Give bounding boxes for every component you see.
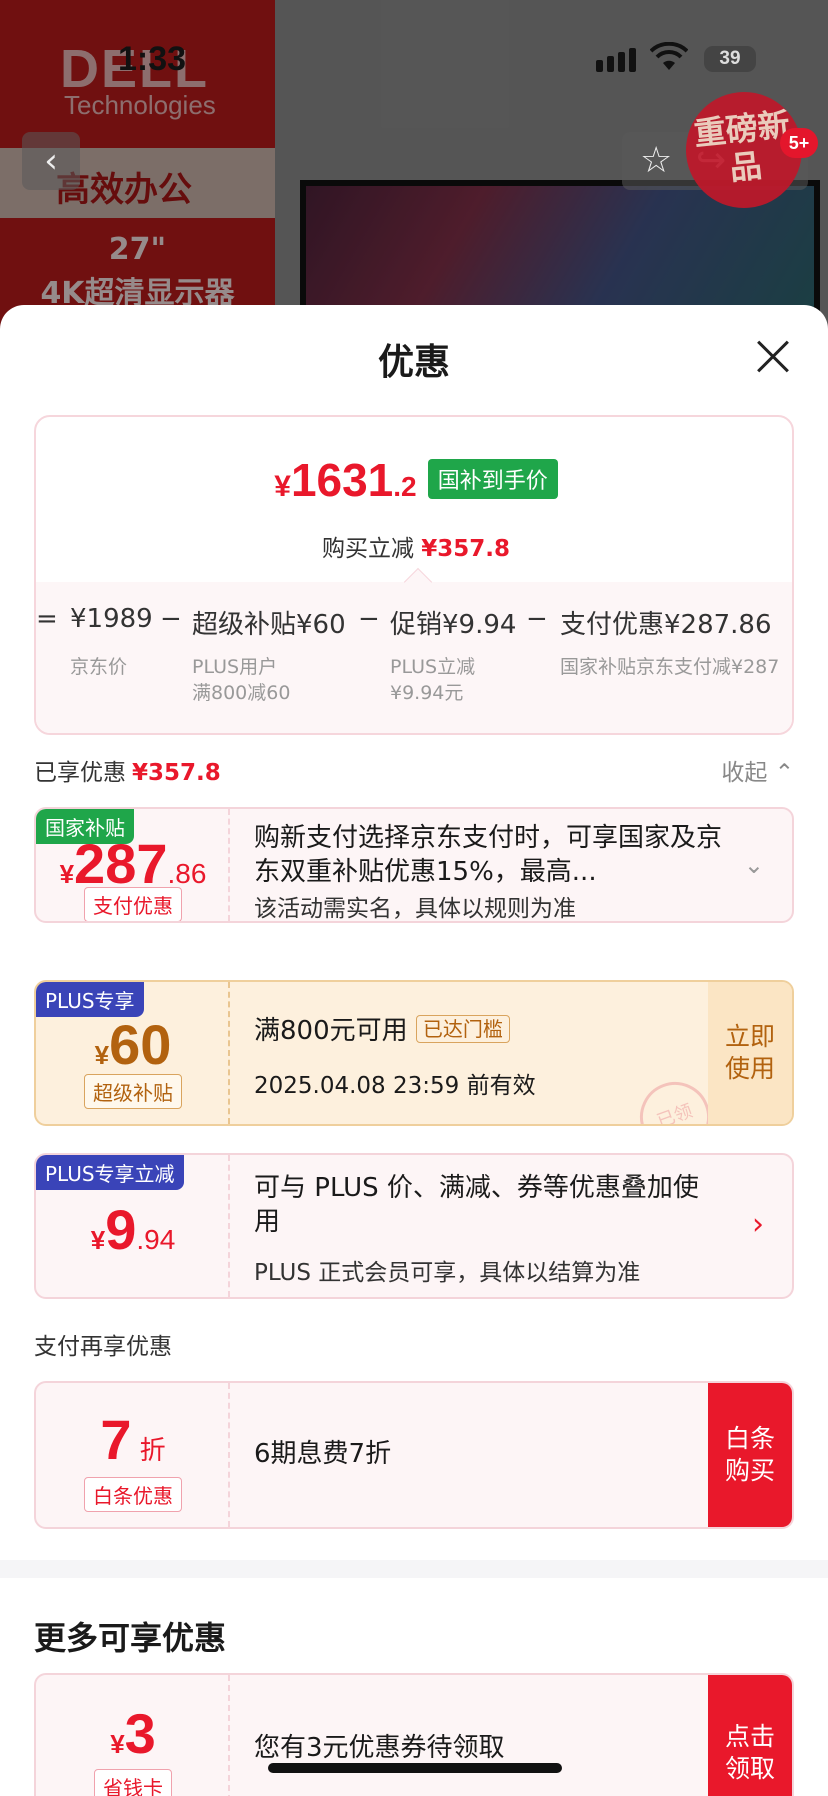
offer-text: 6期息费7折 (254, 1439, 392, 1469)
offer-amount: 7折 (36, 1407, 230, 1472)
offer-yen: ¥ (90, 1225, 106, 1255)
notification-badge: 5+ (780, 128, 818, 158)
offer-chip: 白条优惠 (36, 1477, 230, 1512)
status-time: 1:33 (118, 40, 187, 78)
final-price-int: 1631 (290, 454, 394, 506)
offer-note: 该活动需实名，具体以规则为准 (254, 896, 576, 922)
offer-chip: 超级补贴 (36, 1074, 230, 1109)
final-price-dec: .2 (393, 471, 417, 502)
reduce-line: 购买立减 ¥357.8 (36, 529, 792, 563)
offer-amount-panel: 国家补贴 ¥287.86 支付优惠 (36, 809, 230, 921)
offer-card-plus-coupon[interactable]: PLUS专享 ¥60 超级补贴 满800元可用 已达门槛 2025.04.08 … (34, 980, 794, 1126)
close-icon[interactable] (756, 339, 790, 373)
formula-op: − (358, 604, 380, 634)
offer-chip-text: 白条优惠 (84, 1477, 182, 1512)
offer-note: 2025.04.08 23:59 前有效 (254, 1073, 536, 1099)
offer-note: PLUS 正式会员可享，具体以结算为准 (254, 1260, 641, 1286)
offer-card-baitiao[interactable]: 7折 白条优惠 6期息费7折 白条购买 (34, 1381, 794, 1529)
offer-card-plus-discount[interactable]: PLUS专享立减 ¥9.94 可与 PLUS 价、满减、券等优惠叠加使用 › P… (34, 1153, 794, 1299)
formula-op: = (36, 604, 58, 634)
offer-amount-panel: PLUS专享 ¥60 超级补贴 (36, 982, 230, 1124)
offer-amount-panel: ¥3 省钱卡 (36, 1675, 230, 1796)
wifi-icon (650, 42, 688, 70)
offer-chip: 省钱卡 (36, 1769, 230, 1796)
chevron-down-icon[interactable]: ⌄ (744, 851, 764, 879)
offer-amount: ¥3 (36, 1701, 230, 1766)
offer-chip-text: 省钱卡 (94, 1769, 172, 1796)
formula-desc: 国家补贴京东支付减¥287 (560, 656, 780, 678)
formula-value: ¥1989 (70, 604, 153, 634)
collapse-label: 收起 (721, 760, 768, 786)
reduce-label: 购买立减 (321, 536, 414, 562)
offer-int: 60 (109, 1013, 172, 1076)
offer-dec: .94 (136, 1224, 176, 1255)
offer-int: 9 (105, 1198, 137, 1261)
offer-ribbon: PLUS专享立减 (36, 1155, 184, 1190)
offer-int: 7 (100, 1408, 132, 1471)
claim-button[interactable]: 点击领取 (708, 1675, 792, 1796)
formula-value: 超级补贴¥60 (192, 610, 346, 640)
offer-chip-text: 支付优惠 (84, 887, 182, 921)
final-price: ¥1631.2 国补到手价 (36, 453, 792, 507)
offer-int: 287 (74, 832, 168, 895)
star-icon[interactable]: ☆ (640, 140, 672, 181)
offer-chip-text: 超级补贴 (84, 1074, 182, 1109)
offer-amount: ¥60 (36, 1012, 230, 1077)
national-subsidy-tag: 国补到手价 (427, 459, 558, 499)
formula-desc: PLUS用户 (192, 656, 278, 678)
formula-op: − (160, 604, 182, 634)
status-bar: 1:33 39 (0, 0, 828, 120)
offer-text: 满800元可用 (254, 1016, 408, 1046)
offer-yen: ¥ (94, 1040, 110, 1070)
threshold-tag: 已达门槛 (415, 1015, 510, 1043)
offer-text: 购新支付选择京东支付时，可享国家及京东双重补贴优惠15%，最高... (254, 823, 722, 887)
baitiao-buy-button[interactable]: 白条购买 (708, 1383, 792, 1527)
formula-value: 支付优惠¥287.86 (560, 610, 772, 640)
formula-desc: 京东价 (70, 656, 128, 678)
enjoyed-text: 已享优惠 (34, 760, 126, 786)
offer-card-national-subsidy[interactable]: 国家补贴 ¥287.86 支付优惠 购新支付选择京东支付时，可享国家及京东双重补… (34, 807, 794, 923)
enjoyed-header: 已享优惠 ¥357.8 收起 ⌃ (34, 753, 794, 787)
formula-desc: ¥9.94元 (390, 682, 464, 704)
formula-value: 促销¥9.94 (390, 610, 517, 640)
offer-dec: .86 (167, 858, 207, 889)
battery-icon: 39 (704, 46, 756, 72)
sheet-title: 优惠 (377, 342, 450, 383)
offer-amount-panel: 7折 白条优惠 (36, 1383, 230, 1527)
enjoyed-label: 已享优惠 ¥357.8 (34, 753, 221, 787)
use-now-button[interactable]: 立即使用 (708, 982, 792, 1124)
discount-sheet: 优惠 ¥1631.2 国补到手价 购买立减 ¥357.8 = ¥1989 − 超… (0, 305, 828, 1796)
offer-amount: ¥9.94 (36, 1197, 230, 1262)
home-indicator[interactable] (268, 1763, 562, 1773)
formula-desc: PLUS立减 (390, 656, 476, 678)
collapse-button[interactable]: 收起 ⌃ (721, 753, 794, 787)
more-offers-title: 更多可享优惠 (34, 1619, 227, 1657)
signal-icon (596, 48, 636, 72)
offer-int: 3 (124, 1702, 156, 1765)
offer-text: 可与 PLUS 价、满减、券等优惠叠加使用 (254, 1173, 699, 1237)
currency-symbol: ¥ (274, 470, 291, 503)
enjoyed-amount: ¥357.8 (132, 760, 221, 786)
offer-yen: ¥ (110, 1729, 125, 1759)
offer-text: 您有3元优惠券待领取 (254, 1733, 505, 1763)
formula-op: − (526, 604, 548, 634)
section-divider (0, 1560, 828, 1578)
chevron-up-icon: ⌃ (774, 760, 794, 786)
claimed-stamp: 已领 (630, 1072, 720, 1124)
formula-desc: 满800减60 (192, 682, 291, 704)
offer-yen: ¥ (59, 859, 75, 889)
offer-unit: 折 (139, 1435, 166, 1465)
back-button[interactable]: ‹ (22, 132, 80, 190)
chevron-right-icon[interactable]: › (752, 1207, 764, 1242)
reduce-amount: ¥357.8 (421, 536, 511, 562)
pay-section-label: 支付再享优惠 (34, 1334, 172, 1360)
offer-text-line: 满800元可用 已达门槛 (254, 1014, 722, 1048)
offer-chip: 支付优惠 (36, 887, 230, 921)
offer-card-saving-card[interactable]: ¥3 省钱卡 您有3元优惠券待领取 点击领取 (34, 1673, 794, 1796)
price-summary: ¥1631.2 国补到手价 购买立减 ¥357.8 = ¥1989 − 超级补贴… (34, 415, 794, 735)
offer-amount-panel: PLUS专享立减 ¥9.94 (36, 1155, 230, 1297)
price-formula[interactable]: = ¥1989 − 超级补贴¥60 − 促销¥9.94 − 支付优惠¥287.8… (36, 567, 792, 733)
